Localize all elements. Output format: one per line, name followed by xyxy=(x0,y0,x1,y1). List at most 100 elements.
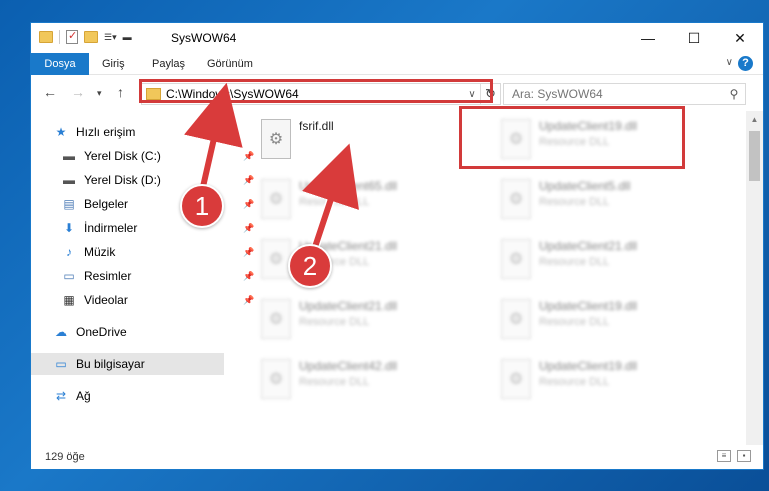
close-button[interactable]: ✕ xyxy=(717,23,763,53)
sidebar-item-label: Bu bilgisayar xyxy=(76,357,145,371)
music-icon: ♪ xyxy=(66,245,72,259)
quick-access-toolbar: ☰▾ ▬ xyxy=(39,29,132,44)
sidebar-item-label: Ağ xyxy=(76,389,91,403)
minimize-button[interactable]: — xyxy=(625,23,671,53)
tab-file[interactable]: Dosya xyxy=(31,53,89,75)
step-1-badge: 1 xyxy=(180,184,224,228)
navigation-pane: ★ Hızlı erişim ▬ Yerel Disk (C:) 📌 ▬ Yer… xyxy=(31,111,254,445)
sidebar-item-network[interactable]: ⇄ Ağ xyxy=(53,385,91,407)
documents-icon: ▤ xyxy=(63,197,75,211)
sidebar-item-label: Resimler xyxy=(84,269,132,283)
file-item[interactable]: ⚙ UpdateClient5.dll Resource DLL xyxy=(491,171,711,227)
network-icon: ⇄ xyxy=(55,389,67,403)
star-icon: ★ xyxy=(55,125,67,139)
address-highlight-box xyxy=(139,79,493,103)
dll-file-icon: ⚙ xyxy=(501,299,531,339)
toolbar-dropdown-icon[interactable]: ▬ xyxy=(123,32,132,42)
file-name: UpdateClient19.dll xyxy=(539,359,638,373)
forward-button[interactable]: → xyxy=(71,84,85,100)
file-item-fsrif[interactable]: ⚙ fsrif.dll xyxy=(251,111,471,167)
sidebar-item-this-pc[interactable]: ▭ Bu bilgisayar xyxy=(31,353,224,375)
title-bar: ☰▾ ▬ SysWOW64 — ☐ ✕ xyxy=(31,23,763,53)
file-type: Resource DLL xyxy=(539,376,610,388)
vertical-scrollbar[interactable]: ▲ xyxy=(746,111,763,445)
tab-home[interactable]: Giriş xyxy=(102,53,125,75)
file-type: Resource DLL xyxy=(299,196,370,208)
sidebar-item-disk-d[interactable]: ▬ Yerel Disk (D:) 📌 xyxy=(61,169,254,191)
download-icon: ⬇ xyxy=(63,221,75,235)
sidebar-item-label: OneDrive xyxy=(76,325,127,339)
sidebar-item-downloads[interactable]: ⬇ İndirmeler 📌 xyxy=(61,217,254,239)
sidebar-item-label: Yerel Disk (C:) xyxy=(84,149,161,163)
file-item[interactable]: ⚙ UpdateClient19.dll Resource DLL xyxy=(491,291,711,347)
dll-file-icon: ⚙ xyxy=(501,239,531,279)
file-name: UpdateClient42.dll xyxy=(299,359,398,373)
computer-icon: ▭ xyxy=(55,357,67,371)
file-highlight-box xyxy=(459,106,685,169)
maximize-button[interactable]: ☐ xyxy=(671,23,717,53)
scrollbar-thumb[interactable] xyxy=(749,131,760,181)
pictures-icon: ▭ xyxy=(63,269,75,283)
file-name: UpdateClient21.dll xyxy=(299,299,398,313)
dll-file-icon: ⚙ xyxy=(261,239,291,279)
file-type: Resource DLL xyxy=(539,196,610,208)
up-button[interactable]: ↑ xyxy=(117,84,124,100)
window-title: SysWOW64 xyxy=(171,31,237,45)
search-box[interactable]: ⚲ xyxy=(503,83,746,105)
drive-icon: ▬ xyxy=(63,149,75,163)
file-item[interactable]: ⚙ UpdateClient65.dll Resource DLL xyxy=(251,171,471,227)
properties-icon[interactable] xyxy=(66,29,78,44)
file-item[interactable]: ⚙ UpdateClient21.dll Resource DLL xyxy=(491,231,711,287)
folder-icon xyxy=(39,31,53,43)
recent-locations-icon[interactable]: ▾ xyxy=(97,88,102,99)
sidebar-item-label: İndirmeler xyxy=(84,221,138,235)
status-bar: 129 öğe ≡ ▪ xyxy=(31,445,763,469)
sidebar-item-label: Müzik xyxy=(84,245,116,259)
sidebar-item-label: Videolar xyxy=(84,293,128,307)
sidebar-item-music[interactable]: ♪ Müzik 📌 xyxy=(61,241,254,263)
file-name: UpdateClient21.dll xyxy=(539,239,638,253)
large-icons-view-icon[interactable]: ▪ xyxy=(737,450,751,462)
sidebar-item-label: Belgeler xyxy=(84,197,129,211)
file-type: Resource DLL xyxy=(539,316,610,328)
divider xyxy=(59,30,60,44)
file-type: Resource DLL xyxy=(299,316,370,328)
sidebar-item-quick-access[interactable]: ★ Hızlı erişim xyxy=(53,121,136,143)
drive-icon: ▬ xyxy=(63,173,75,187)
dll-file-icon: ⚙ xyxy=(261,359,291,399)
explorer-window: ☰▾ ▬ SysWOW64 — ☐ ✕ Dosya Giriş Paylaş G… xyxy=(30,22,764,470)
file-item[interactable]: ⚙ UpdateClient21.dll Resource DLL xyxy=(251,291,471,347)
search-icon[interactable]: ⚲ xyxy=(723,87,745,101)
sidebar-item-label: Yerel Disk (D:) xyxy=(84,173,161,187)
file-item[interactable]: ⚙ UpdateClient19.dll Resource DLL xyxy=(491,351,711,407)
file-item[interactable]: ⚙ UpdateClient21.dll Resource DLL xyxy=(251,231,471,287)
file-name: fsrif.dll xyxy=(299,119,334,133)
sidebar-item-onedrive[interactable]: ☁ OneDrive xyxy=(53,321,127,343)
file-name: UpdateClient5.dll xyxy=(539,179,631,193)
sidebar-item-disk-c[interactable]: ▬ Yerel Disk (C:) 📌 xyxy=(61,145,254,167)
help-icon[interactable]: ? xyxy=(738,56,753,71)
tab-view[interactable]: Görünüm xyxy=(207,53,253,75)
file-name: UpdateClient65.dll xyxy=(299,179,398,193)
scroll-up-icon[interactable]: ▲ xyxy=(746,111,763,128)
back-button[interactable]: ← xyxy=(43,84,57,100)
dll-file-icon: ⚙ xyxy=(501,359,531,399)
cloud-icon: ☁ xyxy=(55,325,67,339)
sidebar-item-label: Hızlı erişim xyxy=(76,125,136,139)
sidebar-item-documents[interactable]: ▤ Belgeler 📌 xyxy=(61,193,254,215)
file-item[interactable]: ⚙ UpdateClient42.dll Resource DLL xyxy=(251,351,471,407)
ribbon-expand-icon[interactable]: ∨ xyxy=(726,57,733,68)
tab-share[interactable]: Paylaş xyxy=(152,53,185,75)
sidebar-item-pictures[interactable]: ▭ Resimler 📌 xyxy=(61,265,254,287)
details-view-icon[interactable]: ≡ xyxy=(717,450,731,462)
ribbon-tabs: Dosya Giriş Paylaş Görünüm ∨ ? xyxy=(31,53,763,75)
sidebar-item-videos[interactable]: ▦ Videolar 📌 xyxy=(61,289,254,311)
content-area: ★ Hızlı erişim ▬ Yerel Disk (C:) 📌 ▬ Yer… xyxy=(31,106,763,445)
file-type: Resource DLL xyxy=(299,376,370,388)
customize-toolbar-icon[interactable]: ☰▾ xyxy=(104,32,117,43)
search-input[interactable] xyxy=(512,87,723,101)
dll-file-icon: ⚙ xyxy=(261,119,291,159)
new-folder-icon[interactable] xyxy=(84,31,98,43)
step-2-badge: 2 xyxy=(288,244,332,288)
videos-icon: ▦ xyxy=(63,293,75,307)
